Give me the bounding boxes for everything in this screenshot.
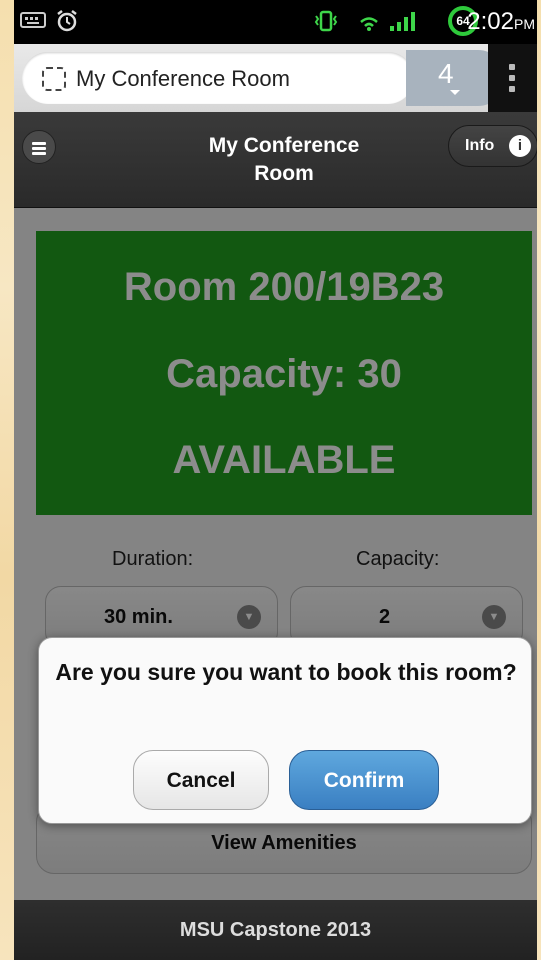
page-title-line1: My Conference — [208, 134, 360, 157]
clock-ampm: PM — [514, 16, 535, 32]
vibrate-icon — [312, 10, 340, 32]
background-left — [0, 0, 14, 960]
signal-icon — [388, 10, 418, 31]
info-button[interactable]: Info i — [448, 125, 537, 167]
clock-time: 2:02 — [467, 8, 514, 35]
hamburger-icon — [32, 142, 46, 145]
info-button-label: Info — [465, 137, 495, 154]
overflow-menu-button[interactable] — [488, 44, 537, 112]
keyboard-icon — [20, 10, 46, 30]
menu-button[interactable] — [22, 130, 56, 164]
dialog-message: Are you sure you want to book this room? — [55, 659, 517, 685]
info-icon: i — [509, 135, 531, 157]
status-bar: 64 2:02PM — [14, 0, 537, 44]
browser-toolbar: My Conference Room 4 — [14, 44, 537, 112]
chevron-down-icon — [450, 90, 460, 95]
background-right — [537, 0, 541, 960]
overflow-menu-icon — [509, 64, 515, 97]
url-bar[interactable]: My Conference Room — [22, 52, 414, 104]
phone-screen: 64 2:02PM My Conference Room 4 My Confer… — [14, 0, 537, 960]
clock: 2:02PM — [467, 8, 535, 36]
confirm-dialog: Are you sure you want to book this room?… — [38, 637, 532, 824]
page-title: My Conference Room — [164, 132, 404, 188]
page-icon — [42, 67, 66, 91]
alarm-icon — [54, 10, 80, 32]
page-title-line2: Room — [254, 162, 314, 185]
wifi-icon — [356, 10, 382, 31]
app-header: My Conference Room Info i — [14, 112, 537, 208]
footer: MSU Capstone 2013 — [14, 900, 537, 960]
url-title: My Conference Room — [76, 66, 290, 91]
confirm-button[interactable]: Confirm — [289, 750, 439, 810]
tab-count: 4 — [438, 58, 454, 89]
cancel-button[interactable]: Cancel — [133, 750, 269, 810]
